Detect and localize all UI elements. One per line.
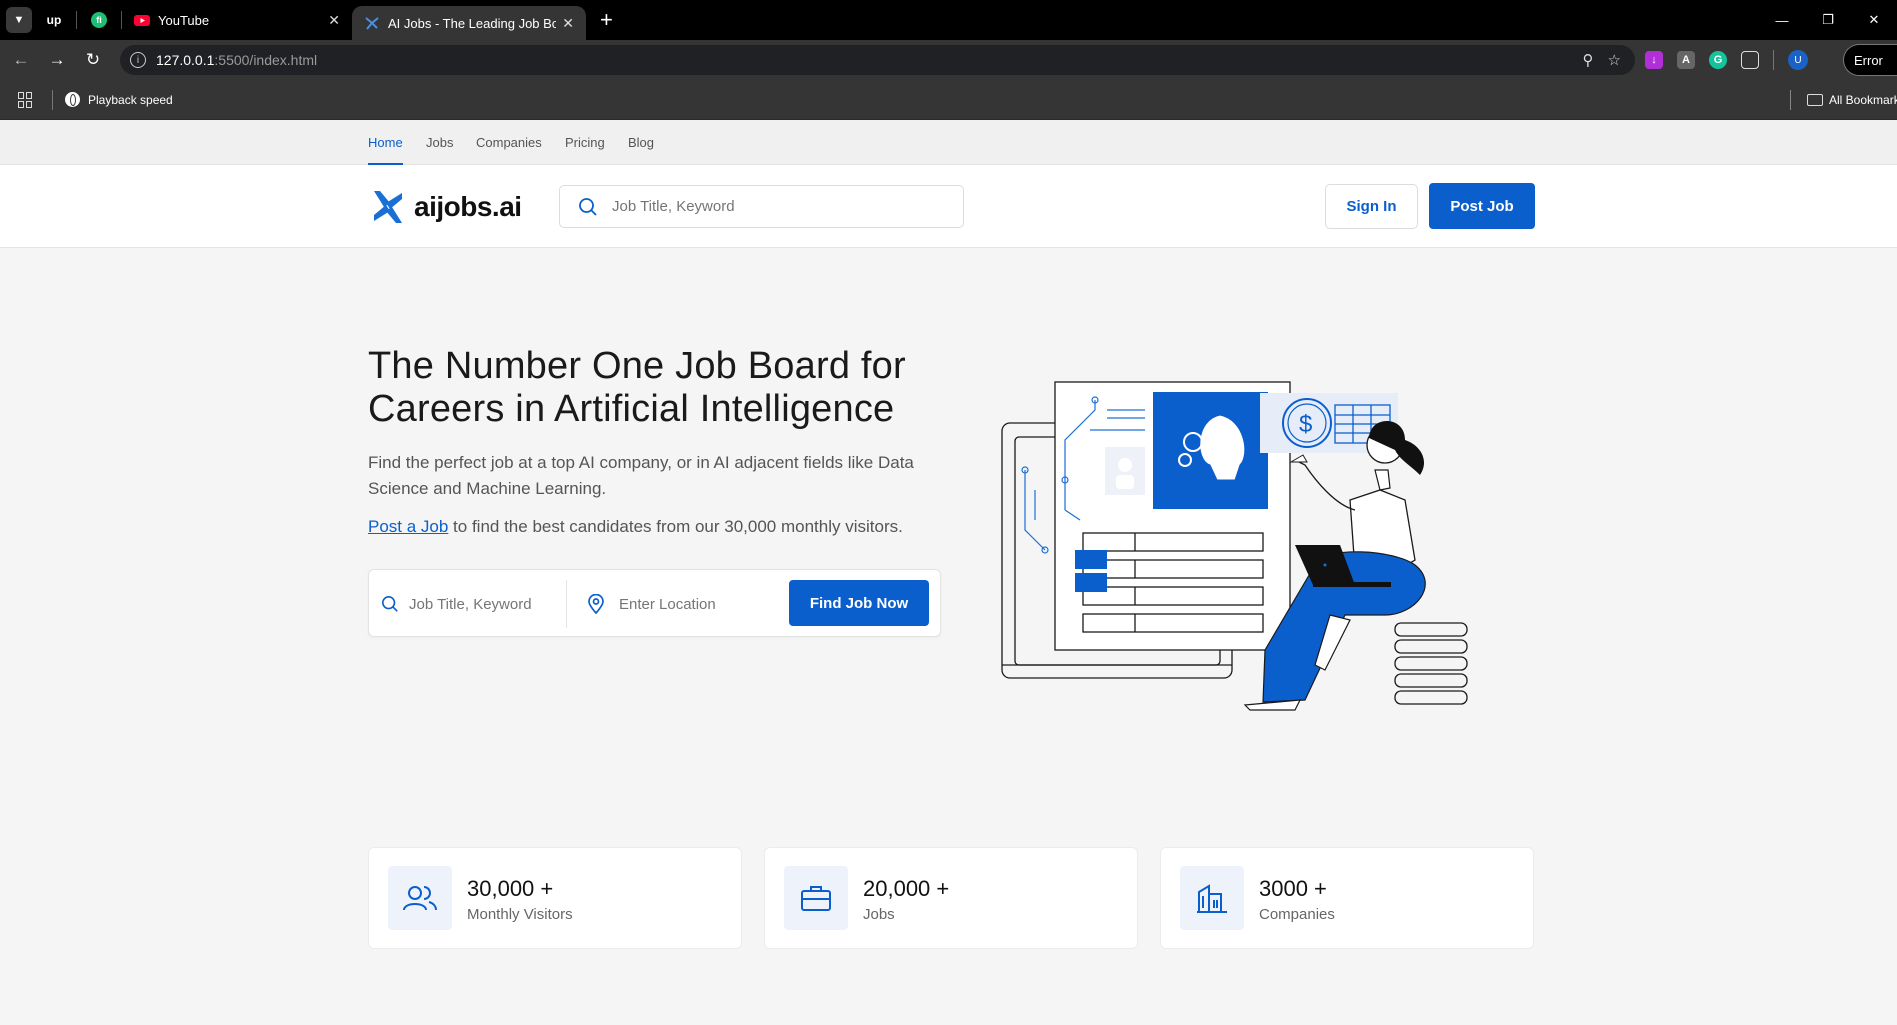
reload-button[interactable]: ↻ (78, 45, 108, 75)
window-controls: — ❐ ✕ (1759, 0, 1897, 40)
url-path: :5500/index.html (214, 52, 318, 68)
extension-a-icon[interactable]: A (1677, 51, 1695, 69)
logo[interactable]: aijobs.ai (368, 187, 522, 227)
location-input[interactable] (619, 595, 769, 613)
aijobs-logo-icon (374, 191, 402, 223)
bookmark-playback-speed[interactable]: Playback speed (65, 92, 173, 107)
forward-button[interactable]: → (42, 45, 72, 75)
aijobs-favicon-icon (365, 17, 379, 30)
hero-cta: Post a Job to find the best candidates f… (368, 517, 968, 537)
stat-card-visitors: 30,000 + Monthly Visitors (368, 847, 742, 949)
apps-grid-icon[interactable] (18, 91, 34, 108)
keyword-input[interactable] (409, 595, 544, 613)
pinned-tab-label: up (46, 13, 62, 27)
stat-value: 3000 + (1259, 876, 1327, 901)
pinned-tab-fi[interactable]: fi (77, 0, 121, 40)
nav-jobs[interactable]: Jobs (426, 120, 453, 165)
keyword-field (381, 570, 544, 638)
toolbar-separator (1773, 50, 1774, 70)
site-info-icon[interactable]: i (130, 52, 146, 68)
stat-label: Companies (1259, 906, 1335, 923)
tab-aijobs[interactable]: AI Jobs - The Leading Job Board ✕ (352, 6, 586, 40)
globe-icon (65, 92, 80, 107)
briefcase-icon (801, 886, 831, 911)
building-icon (1197, 884, 1227, 913)
stat-icon-box (1180, 866, 1244, 930)
location-pin-icon (588, 594, 604, 614)
logo-text: aijobs.ai (414, 191, 522, 222)
fi-favicon-icon: fi (91, 12, 107, 28)
zoom-icon[interactable]: ⚲ (1583, 51, 1594, 69)
tab-label: AI Jobs - The Leading Job Board (388, 15, 557, 31)
post-a-job-link[interactable]: Post a Job (368, 517, 448, 536)
hero-search-form: Find Job Now (368, 569, 941, 637)
hero-subtitle: Find the perfect job at a top AI company… (368, 453, 914, 498)
minimize-icon[interactable]: — (1759, 0, 1805, 40)
browser-toolbar: ← → ↻ i 127.0.0.1:5500/index.html ⚲ ☆ ↓ … (0, 40, 1897, 80)
find-job-button[interactable]: Find Job Now (789, 580, 929, 626)
header-search-box (559, 185, 964, 228)
grammarly-extension-icon[interactable]: G (1709, 51, 1727, 69)
stat-value: 30,000 + (467, 876, 554, 901)
stat-card-jobs: 20,000 + Jobs (764, 847, 1138, 949)
bookmark-label: Playback speed (88, 92, 173, 107)
nav-blog[interactable]: Blog (628, 120, 654, 165)
nav-pricing[interactable]: Pricing (565, 120, 605, 165)
address-bar[interactable]: i 127.0.0.1:5500/index.html ⚲ ☆ (120, 45, 1635, 75)
stat-label: Jobs (863, 906, 895, 923)
search-icon (381, 595, 398, 612)
bookmark-separator (1790, 90, 1791, 110)
stat-value: 20,000 + (863, 876, 950, 901)
youtube-icon (134, 15, 150, 26)
error-status-button[interactable]: Error (1843, 44, 1897, 76)
omnibox-actions: ⚲ ☆ (1583, 45, 1621, 75)
stat-card-companies: 3000 + Companies (1160, 847, 1534, 949)
sign-in-button[interactable]: Sign In (1325, 184, 1418, 229)
pinned-tab-up[interactable]: up (32, 0, 76, 40)
search-icon (579, 197, 597, 216)
page-viewport: Home Jobs Companies Pricing Blog aijobs.… (0, 120, 1897, 1025)
nav-home[interactable]: Home (368, 120, 403, 165)
nav-companies[interactable]: Companies (476, 120, 542, 165)
extensions-puzzle-icon[interactable] (1741, 51, 1759, 69)
header-search-input[interactable] (612, 198, 942, 215)
error-label: Error (1854, 52, 1883, 68)
close-tab-icon[interactable]: ✕ (328, 12, 340, 29)
all-bookmarks[interactable]: All Bookmarks (1790, 80, 1897, 120)
bookmark-star-icon[interactable]: ☆ (1608, 51, 1621, 69)
site-header: aijobs.ai Sign In Post Job (0, 165, 1897, 248)
hero-illustration: $ (1001, 381, 1468, 711)
top-nav: Home Jobs Companies Pricing Blog (0, 120, 1897, 165)
post-job-button[interactable]: Post Job (1429, 183, 1535, 229)
tab-search-button[interactable]: ▼ (6, 7, 32, 33)
svg-text:$: $ (1299, 411, 1312, 438)
users-icon (403, 886, 437, 911)
stat-icon-box (784, 866, 848, 930)
back-button[interactable]: ← (6, 45, 36, 75)
close-window-icon[interactable]: ✕ (1851, 0, 1897, 40)
location-field (587, 570, 769, 638)
extensions-area: ↓ A G U (1645, 40, 1808, 80)
download-extension-icon[interactable]: ↓ (1645, 51, 1663, 69)
restore-icon[interactable]: ❐ (1805, 0, 1851, 40)
bookmark-separator (52, 89, 53, 110)
url-host: 127.0.0.1 (156, 52, 215, 68)
close-tab-icon[interactable]: ✕ (562, 15, 574, 32)
profile-avatar[interactable]: U (1788, 50, 1808, 70)
all-bookmarks-label: All Bookmarks (1829, 93, 1897, 107)
hero-cta-text: to find the best candidates from our 30,… (448, 517, 903, 536)
tab-label: YouTube (158, 12, 210, 28)
folder-icon (1807, 94, 1823, 106)
bookmarks-bar: Playback speed All Bookmarks (0, 80, 1897, 120)
field-divider (566, 580, 567, 628)
new-tab-button[interactable]: + (600, 7, 613, 33)
stat-label: Monthly Visitors (467, 906, 573, 923)
tab-youtube[interactable]: YouTube ✕ (122, 0, 352, 40)
browser-tab-strip: ▼ up fi YouTube ✕ AI Jobs - The Leading … (0, 0, 1897, 40)
stat-icon-box (388, 866, 452, 930)
hero-title: The Number One Job Board for Careers in … (368, 345, 906, 430)
